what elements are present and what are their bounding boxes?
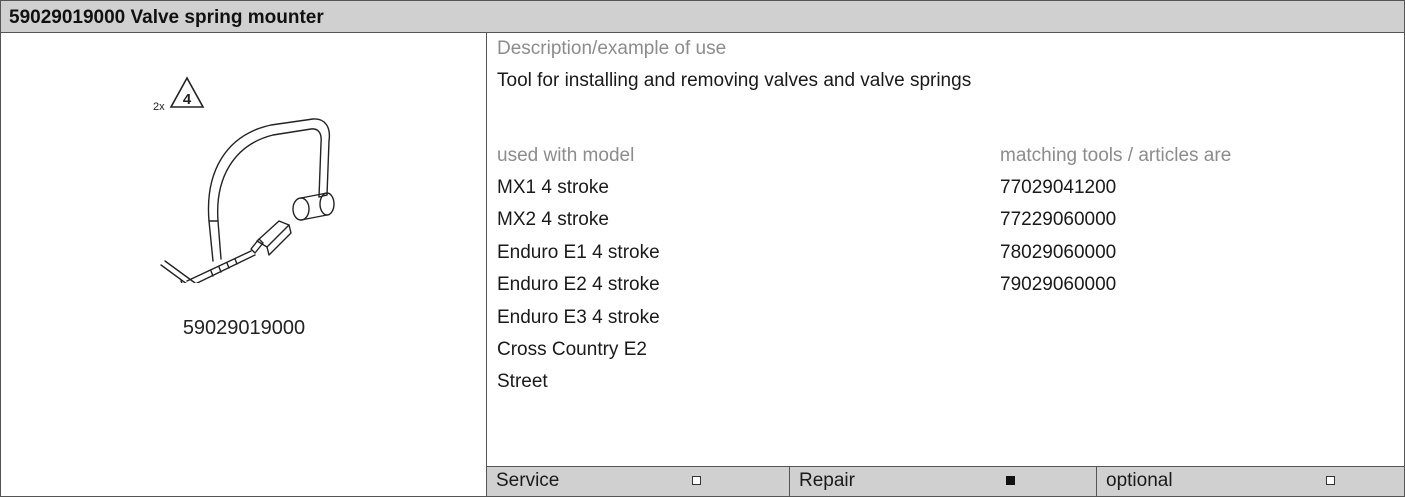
usage-footer: Service Repair optional: [487, 466, 1404, 496]
article-item: 77229060000: [1000, 209, 1117, 231]
warning-number: 4: [183, 91, 192, 108]
footer-service: Service: [487, 467, 790, 496]
model-item: Enduro E2 4 stroke: [497, 274, 660, 296]
article-item: 79029060000: [1000, 274, 1117, 296]
article-item: 77029041200: [1000, 177, 1117, 198]
footer-optional: optional: [1097, 467, 1404, 496]
quantity-label: 2x: [153, 101, 165, 113]
optional-label: optional: [1106, 470, 1173, 491]
repair-checkbox[interactable]: [1006, 476, 1015, 485]
model-item: Enduro E3 4 stroke: [497, 306, 660, 328]
footer-repair: Repair: [790, 467, 1097, 496]
warning-triangle-icon: 4: [169, 76, 205, 108]
model-item: Cross Country E2: [497, 338, 647, 360]
description-label: Description/example of use: [497, 38, 727, 59]
repair-label: Repair: [799, 470, 855, 491]
model-item: MX1 4 stroke: [497, 177, 609, 198]
optional-checkbox[interactable]: [1326, 476, 1335, 485]
valve-spring-mounter-icon: [160, 118, 335, 283]
model-list: MX1 4 stroke MX2 4 stroke Enduro E1 4 st…: [497, 177, 660, 404]
model-item: MX2 4 stroke: [497, 209, 609, 231]
service-label: Service: [496, 470, 560, 491]
description-text: Tool for installing and removing valves …: [497, 70, 972, 91]
tool-card: 59029019000 Valve spring mounter 2x 4 59…: [0, 0, 1405, 497]
tool-info-panel: Description/example of use Tool for inst…: [487, 33, 1404, 463]
model-item: Enduro E1 4 stroke: [497, 241, 660, 263]
model-item: Street: [497, 371, 548, 393]
part-number: 59029019000: [182, 317, 306, 339]
service-checkbox[interactable]: [692, 476, 701, 485]
tool-image-panel: 2x 4 59029019000: [1, 33, 487, 496]
article-item: 78029060000: [1000, 241, 1117, 263]
article-list: 77029041200 77229060000 78029060000 7902…: [1000, 177, 1116, 307]
articles-header: matching tools / articles are: [1000, 145, 1232, 166]
models-header: used with model: [497, 145, 635, 166]
tool-header: 59029019000 Valve spring mounter: [1, 1, 1404, 33]
tool-title: 59029019000 Valve spring mounter: [9, 7, 324, 28]
